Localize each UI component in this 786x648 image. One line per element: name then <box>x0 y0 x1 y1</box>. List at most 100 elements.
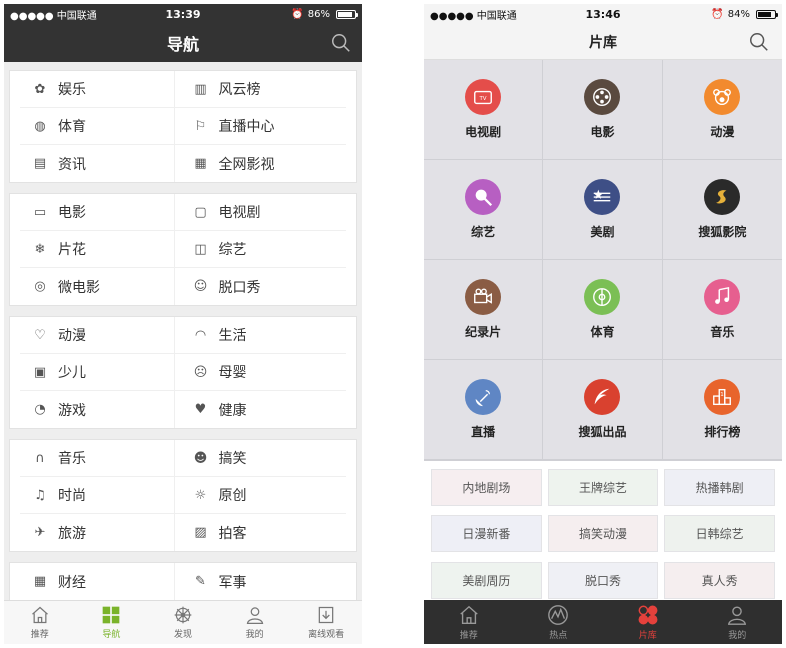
category-label: 电视剧 <box>465 125 502 139</box>
category-item[interactable]: 1 排行榜 <box>662 360 782 460</box>
channel-item[interactable]: ✎ 军事 <box>173 563 347 600</box>
podium-icon: 1 <box>704 379 741 415</box>
channel-label: 时尚 <box>58 488 86 504</box>
category-item[interactable]: TV 电视剧 <box>424 60 544 160</box>
tag-button[interactable]: 真人秀 <box>664 561 775 599</box>
channel-label: 资讯 <box>58 156 86 173</box>
channel-icon: ✎ <box>195 574 206 589</box>
channel-item[interactable]: ♥ 健康 <box>173 391 347 428</box>
tab-home[interactable]: 推荐 <box>4 601 76 644</box>
category-item[interactable]: 美剧 <box>543 160 663 260</box>
tab-user[interactable]: 我的 <box>693 600 783 644</box>
tab-label: 离线观看 <box>308 630 345 640</box>
channel-icon: ◫ <box>194 241 207 257</box>
grid-icon <box>101 605 121 625</box>
tag-button[interactable]: 日漫新番 <box>431 515 542 553</box>
tab-user[interactable]: 我的 <box>219 601 291 644</box>
channel-label: 电影 <box>58 205 86 221</box>
channel-item[interactable]: ▨ 拍客 <box>173 514 347 551</box>
channel-label: 直播中心 <box>218 119 275 135</box>
channel-item[interactable]: ❄ 片花 <box>20 231 174 267</box>
svg-text:TV: TV <box>479 96 487 102</box>
category-item[interactable]: 综艺 <box>424 160 544 260</box>
wheel-icon <box>173 605 193 625</box>
tag-button[interactable]: 脱口秀 <box>547 561 659 599</box>
battery-icon <box>336 9 358 19</box>
channel-item[interactable]: ▥ 风云榜 <box>173 71 347 107</box>
channel-item[interactable]: ☻ 搞笑 <box>173 440 347 476</box>
microphone-icon <box>465 179 502 215</box>
channel-label: 音乐 <box>58 451 86 467</box>
channel-row: ✿ 娱乐 ▥ 风云榜 <box>20 71 346 108</box>
category-label: 纪录片 <box>465 325 502 339</box>
tab-library[interactable]: 片库 <box>603 600 693 644</box>
channel-item[interactable]: ⚐ 直播中心 <box>173 108 347 144</box>
category-item[interactable]: 搜狐影院 <box>662 160 782 260</box>
channel-item[interactable]: ▭ 电影 <box>20 194 174 230</box>
tab-wheel[interactable]: 发现 <box>147 601 219 644</box>
tag-button[interactable]: 日韩综艺 <box>664 515 775 553</box>
tab-label: 发现 <box>173 630 192 640</box>
channel-item[interactable]: ☹ 母婴 <box>173 354 347 390</box>
category-item[interactable]: 体育 <box>543 260 663 360</box>
category-item[interactable]: 电影 <box>543 60 663 160</box>
channel-item[interactable]: ✈ 旅游 <box>20 514 174 551</box>
channel-icon: ◔ <box>34 402 46 417</box>
tab-home[interactable]: 推荐 <box>424 600 514 644</box>
navigation-screen: ●●●●● 中国联通 13:39 ⏰ 86% 导航 ✿ 娱乐 ▥ 风云榜 ◍ 体育 ⚐ 直播中… <box>4 4 362 644</box>
channel-item[interactable]: ♡ 动漫 <box>20 317 174 353</box>
clock: 13:39 <box>165 7 201 21</box>
channel-icon: ✿ <box>34 81 46 97</box>
tag-button[interactable]: 王牌综艺 <box>547 469 659 506</box>
channel-icon: ♥ <box>194 402 207 417</box>
library-screen: ●●●●● 中国联通 13:46 ⏰ 84% 片库 TV 电视剧 电影 动漫 综艺 美剧搜… <box>424 4 782 644</box>
channel-label: 综艺 <box>218 242 247 258</box>
channel-item[interactable]: ◎ 微电影 <box>20 268 174 305</box>
channel-icon: ☹ <box>193 364 208 380</box>
channel-label: 军事 <box>218 574 247 591</box>
bottom-tab-bar: 推荐 热点 片库 我的 <box>424 600 782 644</box>
channel-item[interactable]: ▤ 资讯 <box>20 145 174 182</box>
channel-item[interactable]: ◔ 游戏 <box>20 391 174 428</box>
bottom-tab-bar: 推荐 导航 发现 我的 离线观看 <box>4 600 362 644</box>
channel-row: ✈ 旅游 ▨ 拍客 <box>20 514 346 551</box>
search-icon[interactable] <box>748 31 770 53</box>
channel-icon: ▤ <box>33 156 47 171</box>
channel-item[interactable]: ✿ 娱乐 <box>20 71 174 107</box>
tab-hot[interactable]: 热点 <box>514 600 604 644</box>
channel-item[interactable]: ▦ 财经 <box>20 563 174 600</box>
library-header: 片库 <box>424 24 782 60</box>
channel-item[interactable]: ◠ 生活 <box>173 317 347 353</box>
channel-item[interactable]: ◍ 体育 <box>20 108 174 144</box>
category-item[interactable]: 纪录片 <box>424 260 544 360</box>
channel-icon: ◠ <box>194 327 207 343</box>
channel-label: 母婴 <box>218 365 247 381</box>
tag-button[interactable]: 搞笑动漫 <box>547 515 659 553</box>
channel-item[interactable]: ◫ 综艺 <box>173 231 347 267</box>
channel-item[interactable]: ▢ 电视剧 <box>173 194 347 230</box>
tag-button[interactable]: 热播韩剧 <box>664 469 775 506</box>
channel-item[interactable]: ▣ 少儿 <box>20 354 174 390</box>
channel-item[interactable]: ☺ 脱口秀 <box>173 268 347 305</box>
channel-icon: ◍ <box>34 118 46 134</box>
category-item[interactable]: 动漫 <box>662 60 782 160</box>
channel-item[interactable]: ☼ 原创 <box>173 477 347 513</box>
tab-grid[interactable]: 导航 <box>76 601 148 644</box>
tab-label: 导航 <box>102 630 121 640</box>
search-icon[interactable] <box>330 32 352 54</box>
tab-download[interactable]: 离线观看 <box>290 601 362 644</box>
channel-icon: ☻ <box>193 450 208 466</box>
tag-button[interactable]: 美剧周历 <box>431 561 542 599</box>
tag-button[interactable]: 内地剧场 <box>431 469 542 506</box>
hot-icon <box>547 604 569 626</box>
category-item[interactable]: 音乐 <box>662 260 782 360</box>
category-item[interactable]: 搜狐出品 <box>543 360 663 460</box>
category-label: 排行榜 <box>704 425 741 439</box>
channel-item[interactable]: ▦ 全网影视 <box>173 145 347 182</box>
channel-item[interactable]: ♫ 时尚 <box>20 477 174 513</box>
field-icon <box>584 279 621 315</box>
channel-item[interactable]: ∩ 音乐 <box>20 440 174 476</box>
music-note-icon <box>704 279 741 315</box>
category-label: 体育 <box>590 325 615 339</box>
category-item[interactable]: 直播 <box>424 360 544 460</box>
